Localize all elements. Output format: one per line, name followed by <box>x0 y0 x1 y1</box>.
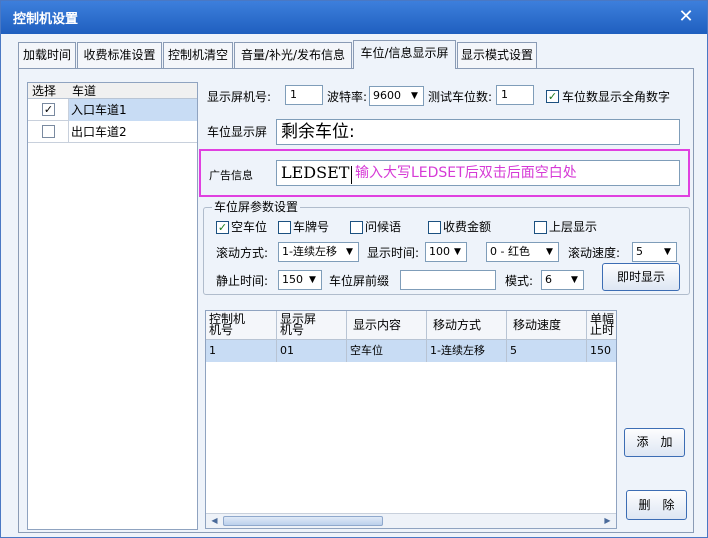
ad-hint: 输入大写LEDSET后双击后面空白处 <box>355 165 577 181</box>
show-time-label: 显示时间: <box>367 246 420 260</box>
scroll-mode-select[interactable]: 1-连续左移 ▼ <box>278 242 359 262</box>
close-icon[interactable]: ✕ <box>675 6 697 28</box>
mode-label: 模式: <box>505 274 534 288</box>
opt-plate-label: 车牌号 <box>293 220 330 234</box>
scroll-speed-select[interactable]: 5 ▼ <box>632 242 677 262</box>
table-cell[interactable]: 150 <box>587 340 616 362</box>
title-bar: 控制机设置 ✕ <box>1 1 707 34</box>
opt-upper-checkbox[interactable] <box>534 221 547 234</box>
prefix-input[interactable] <box>400 270 496 290</box>
opt-greeting-checkbox[interactable] <box>350 221 363 234</box>
table-cell[interactable]: 5 <box>507 340 587 362</box>
opt-greeting-label: 问候语 <box>365 220 402 234</box>
chevron-down-icon[interactable]: ▼ <box>305 272 320 288</box>
scroll-speed-value: 5 <box>636 245 643 258</box>
tab-space-display[interactable]: 车位/信息显示屏 <box>353 40 456 69</box>
opt-empty-label: 空车位 <box>231 220 268 234</box>
chevron-down-icon[interactable]: ▼ <box>542 244 557 260</box>
tab-display-mode[interactable]: 显示模式设置 <box>457 42 537 68</box>
screen-no-input[interactable]: 1 <box>285 85 323 105</box>
color-value: 0 - 红色 <box>490 245 530 258</box>
table-cell[interactable]: 1-连续左移 <box>427 340 507 362</box>
lane-row-exit[interactable]: 出口车道2 <box>28 121 197 143</box>
fullwidth-label: 车位数显示全角数字 <box>562 90 671 104</box>
show-time-value: 100 <box>429 245 450 258</box>
tab-volume-light[interactable]: 音量/补光/发布信息 <box>234 42 352 68</box>
grid-header-screen[interactable]: 显示屏 机号 <box>277 311 347 340</box>
mode-select[interactable]: 6 ▼ <box>541 270 584 290</box>
show-now-button[interactable]: 即时显示 <box>602 263 680 291</box>
chevron-down-icon[interactable]: ▼ <box>567 272 582 288</box>
lane-list: 选择 车道 ✓ 入口车道1 出口车道2 <box>27 82 198 530</box>
test-spaces-input[interactable]: 1 <box>496 85 534 105</box>
col-select-header: 选择 <box>32 84 57 98</box>
table-cell[interactable]: 空车位 <box>347 340 427 362</box>
grid-header-line: 止时 <box>590 323 615 337</box>
baud-select[interactable]: 9600 ▼ <box>369 86 424 106</box>
params-legend: 车位屏参数设置 <box>212 200 301 214</box>
space-screen-label: 车位显示屏 <box>207 125 268 139</box>
add-button[interactable]: 添 加 <box>624 428 685 457</box>
grid-header-still-time[interactable]: 单幅 止时 <box>587 311 616 340</box>
lane-name: 入口车道1 <box>68 99 197 121</box>
opt-fee-checkbox[interactable] <box>428 221 441 234</box>
ad-label: 广告信息 <box>209 169 253 182</box>
screen-no-label: 显示屏机号: <box>207 90 272 104</box>
grid-header-controller[interactable]: 控制机 机号 <box>206 311 277 340</box>
grid-header-content[interactable]: 显示内容 <box>347 311 427 340</box>
tab-controller-clear[interactable]: 控制机清空 <box>163 42 233 68</box>
settings-window: 控制机设置 ✕ 加载时间 收费标准设置 控制机清空 音量/补光/发布信息 车位/… <box>0 0 708 538</box>
lane-row-entry[interactable]: ✓ 入口车道1 <box>28 99 197 121</box>
col-lane-header: 车道 <box>72 84 97 98</box>
baud-label: 波特率: <box>327 90 368 104</box>
color-select[interactable]: 0 - 红色 ▼ <box>486 242 559 262</box>
window-title: 控制机设置 <box>13 12 79 27</box>
lane-checkbox-entry[interactable]: ✓ <box>42 103 55 116</box>
still-time-select[interactable]: 150 ▼ <box>278 270 322 290</box>
fullwidth-checkbox[interactable]: ✓ <box>546 90 559 103</box>
baud-value: 9600 <box>373 89 401 102</box>
ad-input[interactable]: LEDSET 输入大写LEDSET后双击后面空白处 <box>276 160 680 186</box>
grid-header-line: 机号 <box>280 323 305 337</box>
chevron-down-icon[interactable]: ▼ <box>450 244 465 260</box>
prefix-label: 车位屏前缀 <box>329 274 390 288</box>
scroll-mode-label: 滚动方式: <box>216 246 269 260</box>
opt-empty-checkbox[interactable]: ✓ <box>216 221 229 234</box>
grid-header-move-mode[interactable]: 移动方式 <box>427 311 507 340</box>
text-cursor <box>351 166 353 184</box>
grid-header-move-speed[interactable]: 移动速度 <box>507 311 587 340</box>
opt-upper-label: 上层显示 <box>549 220 598 234</box>
tab-panel: 选择 车道 ✓ 入口车道1 出口车道2 显示屏机号: 1 波特率: 9600 ▼… <box>18 68 694 533</box>
lane-list-header: 选择 车道 <box>28 83 197 99</box>
tab-fee-standard[interactable]: 收费标准设置 <box>77 42 162 68</box>
scroll-mode-value: 1-连续左移 <box>282 245 337 258</box>
lane-name: 出口车道2 <box>68 121 197 143</box>
chevron-down-icon[interactable]: ▼ <box>407 88 422 104</box>
params-group: 车位屏参数设置 ✓ 空车位 车牌号 问候语 收费金额 上层显示 滚动方式: 1-… <box>203 200 690 295</box>
mode-value: 6 <box>545 273 552 286</box>
lane-checkbox-exit[interactable] <box>42 125 55 138</box>
chevron-down-icon[interactable]: ▼ <box>660 244 675 260</box>
display-grid[interactable]: 控制机 机号 显示屏 机号 显示内容 移动方式 移动速度 单幅 止时 1 01 … <box>205 310 617 529</box>
chevron-down-icon[interactable]: ▼ <box>342 244 357 260</box>
still-time-value: 150 <box>282 273 303 286</box>
scroll-left-icon[interactable]: ◀ <box>208 515 221 527</box>
still-time-label: 静止时间: <box>216 274 269 288</box>
scrollbar-thumb[interactable] <box>223 516 383 526</box>
opt-plate-checkbox[interactable] <box>278 221 291 234</box>
table-cell[interactable]: 1 <box>206 340 277 362</box>
scroll-right-icon[interactable]: ▶ <box>601 515 614 527</box>
scroll-speed-label: 滚动速度: <box>568 246 621 260</box>
test-spaces-label: 测试车位数: <box>428 90 493 104</box>
table-cell[interactable]: 01 <box>277 340 347 362</box>
grid-horizontal-scrollbar[interactable]: ◀ ▶ <box>206 513 616 528</box>
ad-text: LEDSET <box>281 163 350 182</box>
opt-fee-label: 收费金额 <box>443 220 492 234</box>
show-time-select[interactable]: 100 ▼ <box>425 242 467 262</box>
tab-load-time[interactable]: 加载时间 <box>18 42 76 68</box>
delete-button[interactable]: 删 除 <box>626 490 687 520</box>
space-screen-input[interactable]: 剩余车位: <box>276 119 680 145</box>
grid-header-line: 机号 <box>209 323 234 337</box>
